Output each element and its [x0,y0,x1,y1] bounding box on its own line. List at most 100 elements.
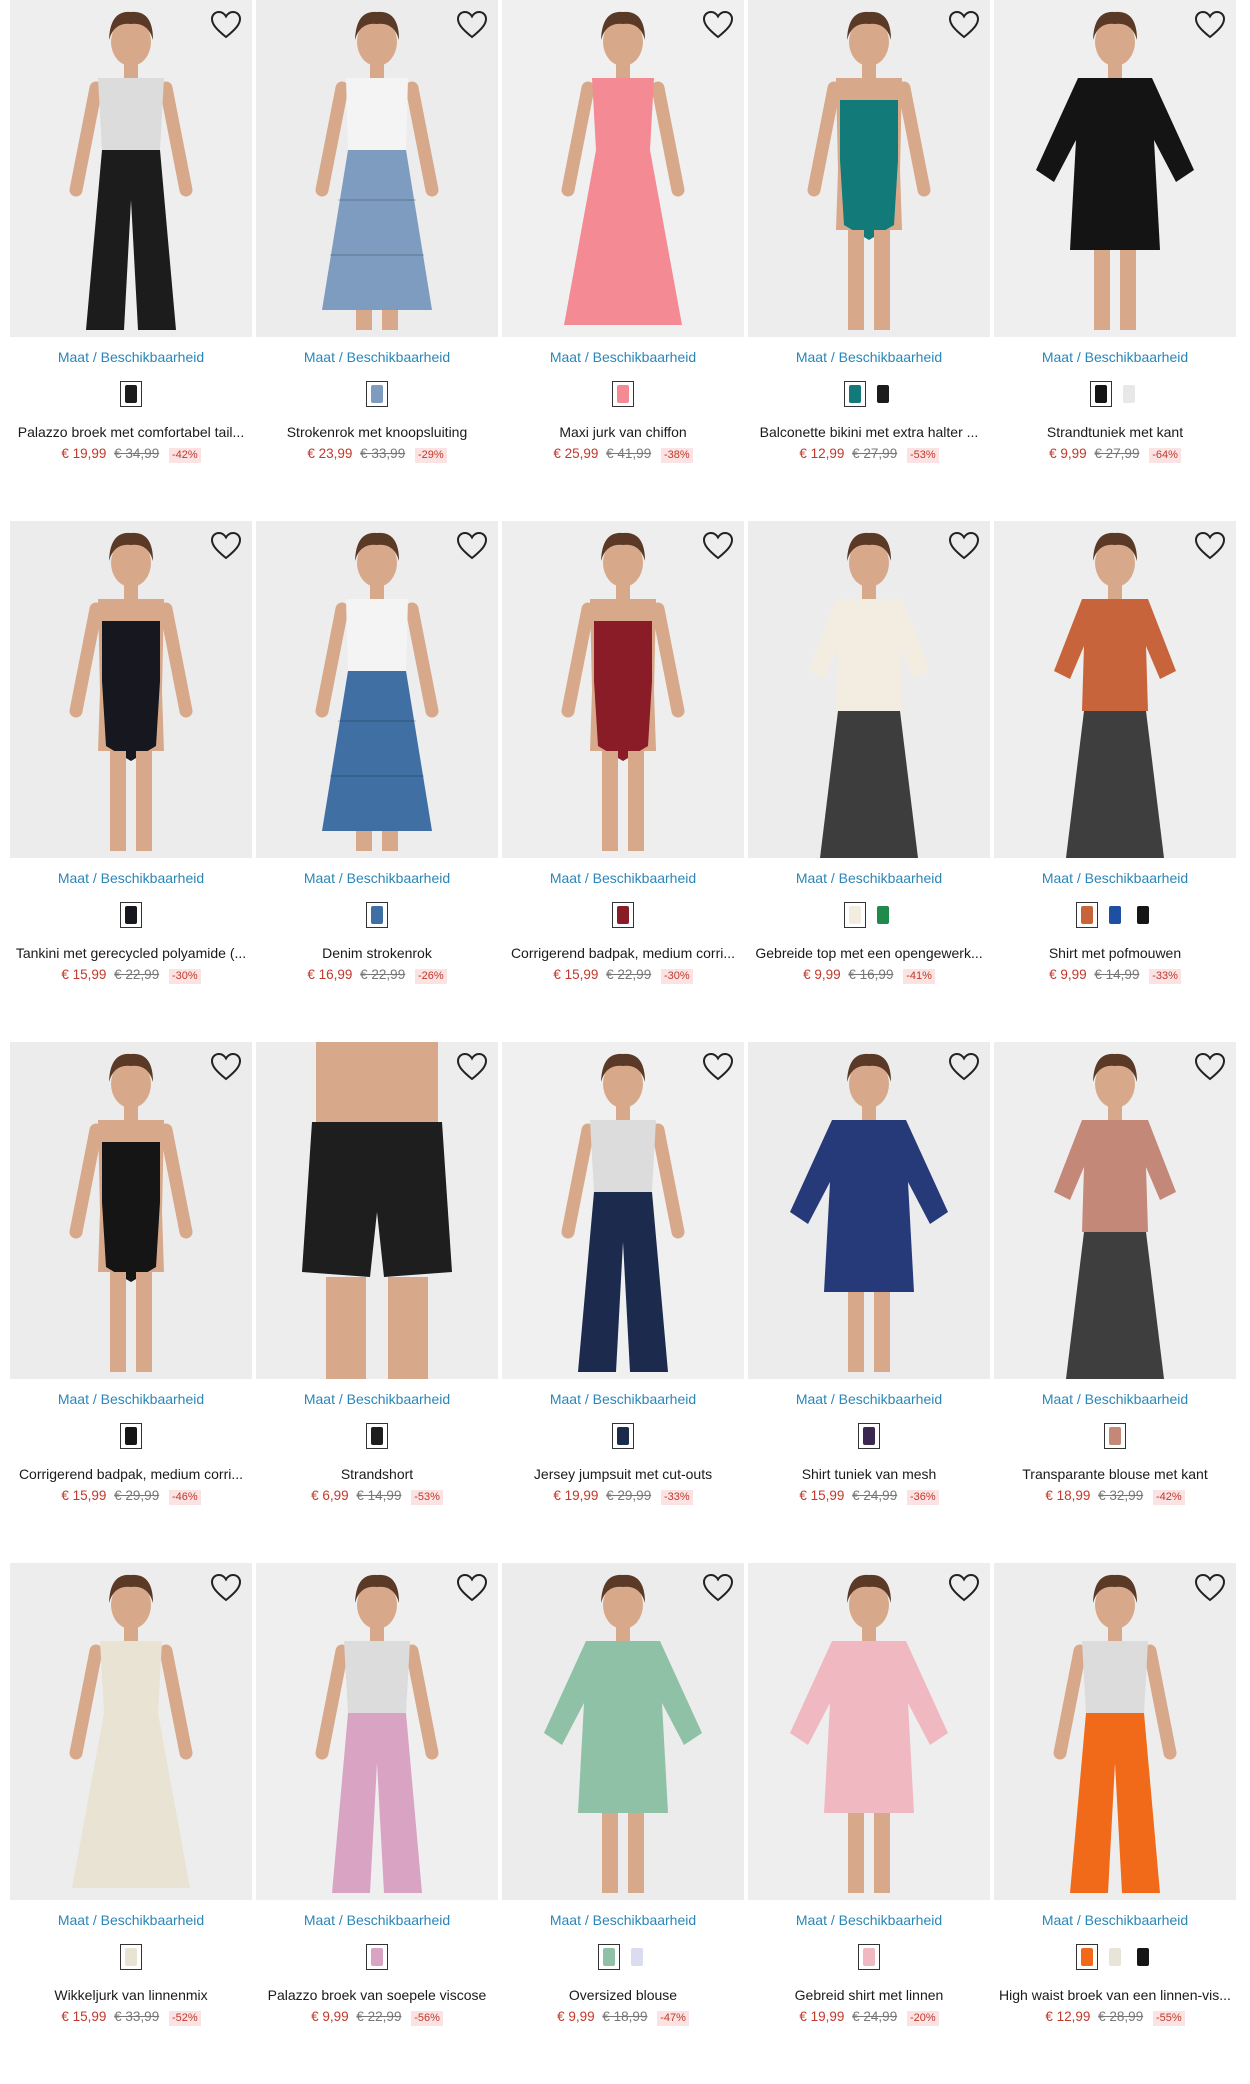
wishlist-heart-icon[interactable] [1194,531,1226,561]
product-card[interactable]: Maat / Beschikbaarheid Corrigerend badpa… [10,1042,252,1563]
product-image[interactable] [10,521,252,858]
wishlist-heart-icon[interactable] [1194,10,1226,40]
color-swatch[interactable] [1090,381,1112,407]
product-image[interactable] [748,521,990,858]
color-swatch[interactable] [366,381,388,407]
color-swatch[interactable] [1132,902,1154,928]
wishlist-heart-icon[interactable] [456,531,488,561]
wishlist-heart-icon[interactable] [210,1573,242,1603]
product-title[interactable]: Denim strokenrok [256,945,498,961]
color-swatch[interactable] [120,1423,142,1449]
product-title[interactable]: Strandtuniek met kant [994,424,1236,440]
wishlist-heart-icon[interactable] [702,531,734,561]
size-availability-link[interactable]: Maat / Beschikbaarheid [10,1391,252,1407]
wishlist-heart-icon[interactable] [948,10,980,40]
color-swatch[interactable] [1104,1944,1126,1970]
product-card[interactable]: Maat / Beschikbaarheid Balconette bikini… [748,0,990,521]
product-title[interactable]: Gebreide top met een opengewerk... [748,945,990,961]
size-availability-link[interactable]: Maat / Beschikbaarheid [748,349,990,365]
product-title[interactable]: High waist broek van een linnen-vis... [994,1987,1236,2003]
product-image[interactable] [10,1042,252,1379]
size-availability-link[interactable]: Maat / Beschikbaarheid [10,1912,252,1928]
product-card[interactable]: Maat / Beschikbaarheid Strandtuniek met … [994,0,1236,521]
size-availability-link[interactable]: Maat / Beschikbaarheid [10,349,252,365]
product-image[interactable] [748,0,990,337]
wishlist-heart-icon[interactable] [1194,1052,1226,1082]
product-title[interactable]: Strokenrok met knoopsluiting [256,424,498,440]
wishlist-heart-icon[interactable] [456,1052,488,1082]
product-image[interactable] [748,1042,990,1379]
color-swatch[interactable] [598,1944,620,1970]
product-image[interactable] [256,1042,498,1379]
size-availability-link[interactable]: Maat / Beschikbaarheid [994,1912,1236,1928]
color-swatch[interactable] [1104,902,1126,928]
product-card[interactable]: Maat / Beschikbaarheid Transparante blou… [994,1042,1236,1563]
product-card[interactable]: Maat / Beschikbaarheid High waist broek … [994,1563,1236,2084]
size-availability-link[interactable]: Maat / Beschikbaarheid [502,349,744,365]
size-availability-link[interactable]: Maat / Beschikbaarheid [502,1912,744,1928]
wishlist-heart-icon[interactable] [210,531,242,561]
wishlist-heart-icon[interactable] [456,1573,488,1603]
product-card[interactable]: Maat / Beschikbaarheid Tankini met gerec… [10,521,252,1042]
product-card[interactable]: Maat / Beschikbaarheid Strandshort € 6,9… [256,1042,498,1563]
color-swatch[interactable] [1076,902,1098,928]
color-swatch[interactable] [858,1944,880,1970]
product-title[interactable]: Maxi jurk van chiffon [502,424,744,440]
size-availability-link[interactable]: Maat / Beschikbaarheid [994,1391,1236,1407]
color-swatch[interactable] [120,902,142,928]
product-title[interactable]: Oversized blouse [502,1987,744,2003]
color-swatch[interactable] [366,1423,388,1449]
product-title[interactable]: Palazzo broek van soepele viscose [256,1987,498,2003]
wishlist-heart-icon[interactable] [210,10,242,40]
color-swatch[interactable] [612,902,634,928]
color-swatch[interactable] [120,1944,142,1970]
wishlist-heart-icon[interactable] [702,10,734,40]
product-title[interactable]: Tankini met gerecycled polyamide (... [10,945,252,961]
color-swatch[interactable] [366,1944,388,1970]
product-title[interactable]: Corrigerend badpak, medium corri... [10,1466,252,1482]
wishlist-heart-icon[interactable] [948,1052,980,1082]
product-card[interactable]: Maat / Beschikbaarheid Gebreide top met … [748,521,990,1042]
product-image[interactable] [994,0,1236,337]
product-title[interactable]: Shirt tuniek van mesh [748,1466,990,1482]
color-swatch[interactable] [612,381,634,407]
product-card[interactable]: Maat / Beschikbaarheid Corrigerend badpa… [502,521,744,1042]
wishlist-heart-icon[interactable] [948,531,980,561]
size-availability-link[interactable]: Maat / Beschikbaarheid [256,1912,498,1928]
size-availability-link[interactable]: Maat / Beschikbaarheid [10,870,252,886]
product-card[interactable]: Maat / Beschikbaarheid Strokenrok met kn… [256,0,498,521]
product-image[interactable] [502,0,744,337]
product-card[interactable]: Maat / Beschikbaarheid Oversized blouse … [502,1563,744,2084]
color-swatch[interactable] [612,1423,634,1449]
product-image[interactable] [256,1563,498,1900]
product-title[interactable]: Transparante blouse met kant [994,1466,1236,1482]
product-image[interactable] [994,521,1236,858]
wishlist-heart-icon[interactable] [210,1052,242,1082]
wishlist-heart-icon[interactable] [702,1573,734,1603]
product-card[interactable]: Maat / Beschikbaarheid Denim strokenrok … [256,521,498,1042]
color-swatch[interactable] [872,902,894,928]
product-card[interactable]: Maat / Beschikbaarheid Jersey jumpsuit m… [502,1042,744,1563]
wishlist-heart-icon[interactable] [948,1573,980,1603]
color-swatch[interactable] [1132,1944,1154,1970]
product-image[interactable] [502,521,744,858]
wishlist-heart-icon[interactable] [702,1052,734,1082]
product-card[interactable]: Maat / Beschikbaarheid Palazzo broek met… [10,0,252,521]
color-swatch[interactable] [626,1944,648,1970]
size-availability-link[interactable]: Maat / Beschikbaarheid [256,349,498,365]
size-availability-link[interactable]: Maat / Beschikbaarheid [994,349,1236,365]
product-title[interactable]: Jersey jumpsuit met cut-outs [502,1466,744,1482]
product-image[interactable] [994,1042,1236,1379]
wishlist-heart-icon[interactable] [456,10,488,40]
product-title[interactable]: Strandshort [256,1466,498,1482]
color-swatch[interactable] [120,381,142,407]
size-availability-link[interactable]: Maat / Beschikbaarheid [748,1912,990,1928]
product-image[interactable] [10,1563,252,1900]
color-swatch[interactable] [872,381,894,407]
color-swatch[interactable] [844,902,866,928]
size-availability-link[interactable]: Maat / Beschikbaarheid [748,870,990,886]
size-availability-link[interactable]: Maat / Beschikbaarheid [256,1391,498,1407]
product-image[interactable] [994,1563,1236,1900]
color-swatch[interactable] [1104,1423,1126,1449]
product-image[interactable] [10,0,252,337]
